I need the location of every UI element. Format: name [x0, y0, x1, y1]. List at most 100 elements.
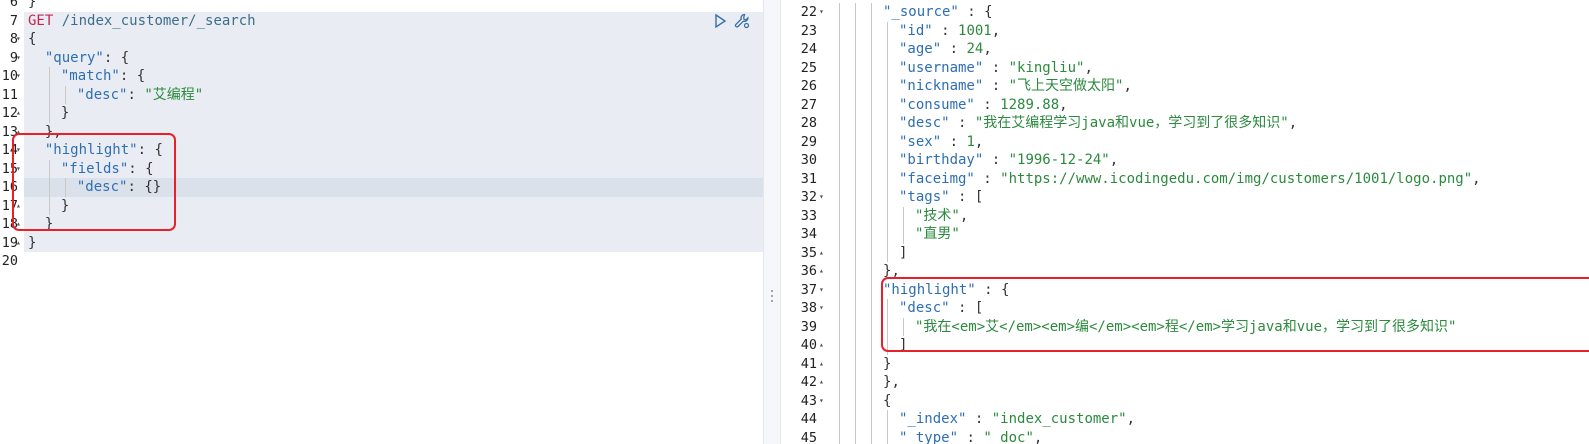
fold-close-icon[interactable]: ▴	[819, 262, 824, 281]
request-line: 9 ▾ "query": {	[0, 49, 763, 68]
fold-close-icon[interactable]: ▴	[819, 373, 824, 392]
indent-guide	[867, 58, 883, 78]
response-line: 31 "faceimg" : "https://www.icodingedu.co…	[781, 169, 1589, 189]
line-number: 45	[800, 429, 817, 444]
indent-guide	[851, 206, 867, 226]
fold-open-icon[interactable]: ▾	[16, 67, 21, 86]
fold-open-icon[interactable]: ▾	[819, 281, 824, 300]
indent-guide	[851, 243, 867, 263]
fold-open-icon[interactable]: ▾	[819, 299, 824, 318]
fold-open-icon[interactable]: ▾	[819, 188, 824, 207]
line-number: 34	[800, 226, 817, 242]
fold-close-icon[interactable]: ▴	[819, 355, 824, 374]
indent-guide	[835, 243, 851, 263]
request-editor[interactable]: 6} 7 GET /index_customer/_search 8 ▾{9 ▾ "que…	[0, 0, 763, 444]
code-text: }	[28, 104, 69, 123]
response-line: 44 "_index" : "index_customer",	[781, 410, 1589, 429]
fold-open-icon[interactable]: ▾	[16, 30, 21, 49]
line-number: 40	[800, 337, 817, 353]
response-line: 32 ▾ "tags" : [	[781, 188, 1589, 207]
indent-guide	[867, 410, 883, 429]
code-text: "nickname" : "飞上天空做太阳",	[835, 77, 1132, 96]
line-number: 36	[800, 263, 817, 279]
indent-guide	[851, 169, 867, 189]
code-text: "_index" : "index_customer",	[835, 410, 1135, 429]
splitter-grip-icon	[771, 290, 774, 306]
indent-guide	[45, 104, 61, 123]
fold-close-icon[interactable]: ▴	[16, 234, 21, 253]
response-line: 45 "_type" : "_doc",	[781, 428, 1589, 444]
indent-guide	[851, 299, 867, 318]
indent-guide	[835, 95, 851, 115]
code-text: ]	[835, 243, 907, 263]
indent-guide	[883, 169, 899, 189]
line-number: 6	[9, 0, 18, 10]
code-text: {	[835, 391, 891, 411]
indent-guide	[851, 373, 867, 392]
code-text: "技术",	[835, 206, 968, 226]
indent-guide	[883, 243, 899, 263]
indent-guide	[867, 354, 883, 374]
code-text: "consume" : 1289.88,	[835, 95, 1068, 115]
line-number: 37	[800, 281, 817, 298]
indent-guide	[851, 40, 867, 59]
indent-guide	[851, 225, 867, 244]
indent-guide	[851, 317, 867, 337]
indent-guide	[867, 21, 883, 41]
fold-close-icon[interactable]: ▴	[819, 336, 824, 355]
indent-guide	[867, 132, 883, 152]
code-text: "faceimg" : "https://www.icodingedu.com/…	[835, 169, 1481, 189]
fold-close-icon[interactable]: ▴	[819, 244, 824, 263]
indent-guide	[867, 77, 883, 96]
line-number: 20	[1, 253, 18, 269]
indent-guide	[835, 206, 851, 226]
indent-guide	[851, 132, 867, 152]
request-line: 8 ▾{	[0, 30, 763, 49]
indent-guide	[867, 40, 883, 59]
indent-guide	[835, 21, 851, 41]
line-number: 31	[800, 170, 817, 187]
indent-guide	[835, 373, 851, 392]
indent-guide	[851, 77, 867, 96]
pane-splitter[interactable]	[763, 0, 781, 444]
line-number: 30	[800, 152, 817, 168]
fold-close-icon[interactable]: ▴	[16, 104, 21, 123]
fold-open-icon[interactable]: ▾	[16, 49, 21, 68]
code-text: "age" : 24,	[835, 40, 992, 59]
request-actions	[712, 12, 750, 30]
indent-guide	[835, 391, 851, 411]
wrench-icon[interactable]	[734, 13, 750, 29]
response-line: 22 ▾ "_source" : {	[781, 3, 1589, 22]
indent-guide	[867, 151, 883, 170]
indent-guide	[867, 169, 883, 189]
code-text: },	[835, 373, 900, 392]
line-number: 33	[800, 207, 817, 224]
fold-open-icon[interactable]: ▾	[819, 3, 824, 22]
indent-guide	[883, 114, 899, 133]
line-number: 42	[800, 374, 817, 390]
code-text: "_type" : "_doc",	[835, 428, 1042, 444]
code-text: }	[835, 354, 891, 374]
response-line: 33 "技术",	[781, 206, 1589, 226]
line-number: 41	[800, 355, 817, 372]
fold-open-icon[interactable]: ▾	[819, 392, 824, 411]
indent-guide	[883, 40, 899, 59]
response-line: 29 "sex" : 1,	[781, 132, 1589, 152]
indent-guide	[851, 410, 867, 429]
indent-guide	[835, 262, 851, 281]
response-viewer[interactable]: 22 ▾ "_source" : {23 "id" : 1001, 24 "age" : …	[781, 0, 1589, 444]
indent-guide	[867, 225, 883, 244]
request-line: 19 ▴}	[0, 234, 763, 253]
indent-guide	[883, 225, 899, 244]
indent-guide	[899, 225, 915, 244]
indent-guide	[867, 114, 883, 133]
line-number: 32	[800, 189, 817, 205]
indent-guide	[851, 58, 867, 78]
play-icon[interactable]	[712, 13, 728, 29]
indent-guide	[851, 262, 867, 281]
response-line: 34 "直男"	[781, 225, 1589, 244]
indent-guide	[835, 410, 851, 429]
response-line: 27 "consume" : 1289.88,	[781, 95, 1589, 115]
highlight-response-box	[881, 277, 1589, 352]
indent-guide	[883, 58, 899, 78]
